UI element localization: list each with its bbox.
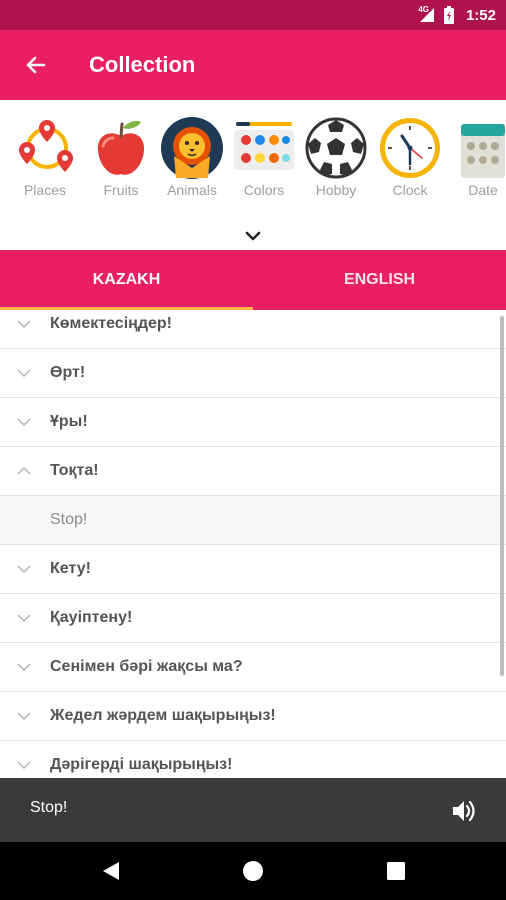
chevron-down-icon xyxy=(17,320,31,329)
category-label: Hobby xyxy=(315,182,357,198)
category-fruits[interactable]: Fruits xyxy=(86,116,156,206)
page-title: Collection xyxy=(89,52,196,77)
scrollbar[interactable] xyxy=(500,316,504,676)
battery-icon xyxy=(444,6,454,24)
category-colors[interactable]: Colors xyxy=(229,116,299,206)
status-bar: 4G 1:52 xyxy=(0,0,506,30)
phrase-text: Жедел жәрдем шақырыңыз! xyxy=(50,707,276,724)
chevron-down-icon xyxy=(17,663,31,672)
palette-icon xyxy=(234,122,294,170)
list-item[interactable]: Өрт! xyxy=(0,349,506,398)
category-places[interactable]: Places xyxy=(10,116,80,206)
list-item[interactable]: Кету! xyxy=(0,545,506,594)
category-animals[interactable]: Animals xyxy=(157,116,227,206)
phrase-text: Қауіптену! xyxy=(50,609,133,626)
status-time: 1:52 xyxy=(465,7,496,24)
back-triangle-icon[interactable] xyxy=(99,859,123,883)
clock-icon xyxy=(380,118,440,178)
category-date[interactable]: Date xyxy=(448,116,506,206)
list-item[interactable]: Жедел жәрдем шақырыңыз! xyxy=(0,692,506,741)
calendar-icon xyxy=(461,124,505,178)
phrase-text: Өрт! xyxy=(50,364,86,381)
phrase-list[interactable]: Көмектесіңдер! Өрт! Ұры! Тоқта! Stop! Ке… xyxy=(0,310,506,778)
places-icon xyxy=(19,120,73,172)
chevron-down-icon xyxy=(17,565,31,574)
phrase-text: Көмектесіңдер! xyxy=(50,315,172,332)
list-item[interactable]: Дәрігерді шақырыңыз! xyxy=(0,741,506,778)
signal-icon xyxy=(420,8,434,22)
chevron-down-icon xyxy=(17,418,31,427)
chevron-down-icon[interactable] xyxy=(241,228,265,244)
category-label: Places xyxy=(23,182,67,198)
chevron-up-icon xyxy=(17,466,31,475)
list-item[interactable]: Ұры! xyxy=(0,398,506,447)
home-circle-icon[interactable] xyxy=(241,859,265,883)
phrase-text: Сенімен бәрі жақсы ма? xyxy=(50,658,243,675)
category-label: Clock xyxy=(392,182,428,198)
chevron-down-icon xyxy=(17,614,31,623)
recents-square-icon[interactable] xyxy=(384,859,408,883)
soccer-ball-icon xyxy=(305,117,367,179)
list-item[interactable]: Көмектесіңдер! xyxy=(0,310,506,349)
phrase-text: Тоқта! xyxy=(50,462,99,479)
tab-kazakh[interactable]: KAZAKH xyxy=(0,250,253,310)
chevron-down-icon xyxy=(17,761,31,770)
category-hobby[interactable]: Hobby xyxy=(301,116,371,206)
category-strip: Places Fruits Animals Colors Hobby Clock… xyxy=(0,100,506,250)
audio-player: Stop! xyxy=(0,778,506,842)
tab-english[interactable]: ENGLISH xyxy=(253,250,506,310)
translation-row[interactable]: Stop! xyxy=(0,496,506,545)
category-label: Animals xyxy=(167,182,217,198)
translation-text: Stop! xyxy=(50,511,88,528)
list-item-expanded[interactable]: Тоқта! xyxy=(0,447,506,496)
phrase-text: Ұры! xyxy=(50,413,88,430)
category-label: Fruits xyxy=(103,182,139,198)
system-nav-bar xyxy=(0,842,506,900)
category-label: Colors xyxy=(243,182,285,198)
chevron-down-icon xyxy=(17,369,31,378)
lion-icon xyxy=(161,117,223,179)
language-tabs: KAZAKH ENGLISH xyxy=(0,250,506,310)
app-bar: Collection xyxy=(0,30,506,100)
speaker-icon[interactable] xyxy=(450,797,478,825)
back-arrow-icon[interactable] xyxy=(20,50,50,80)
apple-icon xyxy=(97,120,145,175)
phrase-text: Дәрігерді шақырыңыз! xyxy=(50,756,233,773)
category-label: Date xyxy=(468,182,498,198)
list-item[interactable]: Сенімен бәрі жақсы ма? xyxy=(0,643,506,692)
list-item[interactable]: Қауіптену! xyxy=(0,594,506,643)
category-clock[interactable]: Clock xyxy=(375,116,445,206)
phrase-text: Кету! xyxy=(50,560,91,577)
player-text: Stop! xyxy=(30,799,68,816)
chevron-down-icon xyxy=(17,712,31,721)
